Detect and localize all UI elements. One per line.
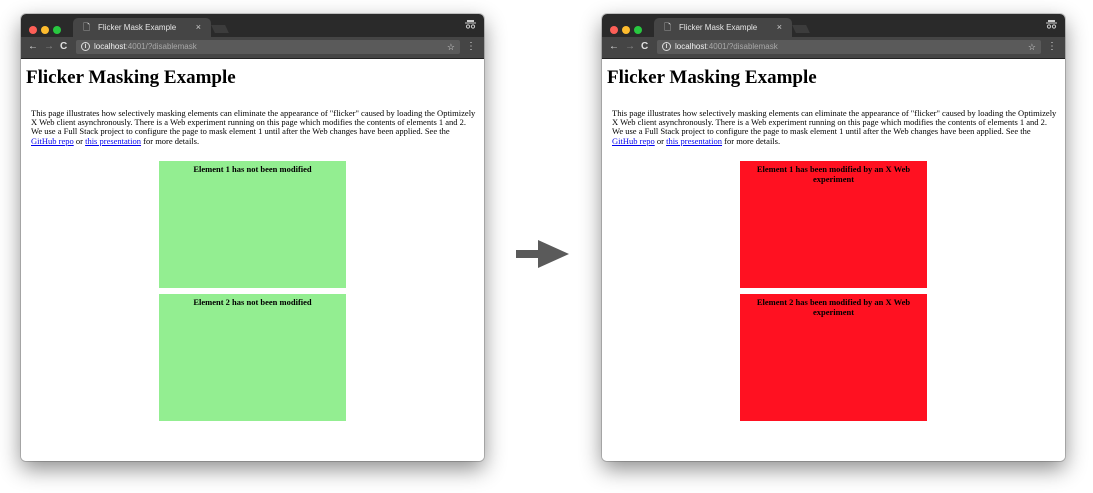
url-path: :4001/?disablemask	[706, 42, 778, 51]
page-viewport: Flicker Masking Example This page illust…	[602, 59, 1065, 461]
page-title: Flicker Masking Example	[26, 67, 236, 88]
browser-tab[interactable]: 🗋 Flicker Mask Example ×	[654, 18, 792, 37]
new-tab-button[interactable]	[211, 25, 229, 33]
presentation-link[interactable]: this presentation	[666, 136, 722, 146]
intro-paragraph: This page illustrates how selectively ma…	[612, 108, 1057, 146]
incognito-icon	[465, 19, 476, 32]
close-window-button[interactable]	[29, 26, 37, 34]
new-tab-button[interactable]	[792, 25, 810, 33]
minimize-window-button[interactable]	[622, 26, 630, 34]
url-host: localhost	[94, 42, 126, 51]
element-1-modified: Element 1 has been modified by an X Web …	[740, 161, 927, 288]
github-repo-link[interactable]: GitHub repo	[612, 136, 655, 146]
element-2-modified: Element 2 has been modified by an X Web …	[740, 294, 927, 421]
url-text[interactable]: localhost:4001/?disablemask	[94, 41, 197, 53]
right-arrow-icon	[516, 240, 569, 268]
reload-button[interactable]: C	[60, 41, 67, 53]
tab-title: Flicker Mask Example	[98, 23, 177, 32]
tab-close-icon[interactable]: ×	[777, 22, 782, 33]
menu-icon[interactable]: ⋮	[1047, 41, 1057, 53]
url-path: :4001/?disablemask	[125, 42, 197, 51]
zoom-window-button[interactable]	[634, 26, 642, 34]
title-bar: 🗋 Flicker Mask Example ×	[602, 14, 1065, 37]
page-icon: 🗋	[664, 22, 672, 32]
page-viewport: Flicker Masking Example This page illust…	[21, 59, 484, 461]
url-host: localhost	[675, 42, 707, 51]
incognito-icon	[1046, 19, 1057, 32]
back-button[interactable]: ←	[609, 41, 619, 53]
tab-title: Flicker Mask Example	[679, 23, 758, 32]
browser-window-before: 🗋 Flicker Mask Example × ← → C i localho…	[21, 14, 484, 461]
address-bar[interactable]: i localhost:4001/?disablemask ☆	[657, 40, 1041, 54]
address-bar[interactable]: i localhost:4001/?disablemask ☆	[76, 40, 460, 54]
back-button[interactable]: ←	[28, 41, 38, 53]
reload-button[interactable]: C	[641, 41, 648, 53]
zoom-window-button[interactable]	[53, 26, 61, 34]
bookmark-star-icon[interactable]: ☆	[447, 41, 455, 53]
minimize-window-button[interactable]	[41, 26, 49, 34]
browser-window-after: 🗋 Flicker Mask Example × ← → C i localho…	[602, 14, 1065, 461]
url-text[interactable]: localhost:4001/?disablemask	[675, 41, 778, 53]
menu-icon[interactable]: ⋮	[466, 41, 476, 53]
close-window-button[interactable]	[610, 26, 618, 34]
element-2-unmodified: Element 2 has not been modified	[159, 294, 346, 421]
tab-close-icon[interactable]: ×	[196, 22, 201, 33]
browser-toolbar: ← → C i localhost:4001/?disablemask ☆ ⋮	[602, 37, 1065, 59]
info-icon[interactable]: i	[662, 42, 671, 51]
github-repo-link[interactable]: GitHub repo	[31, 136, 74, 146]
browser-tab[interactable]: 🗋 Flicker Mask Example ×	[73, 18, 211, 37]
forward-button[interactable]: →	[44, 41, 54, 53]
forward-button[interactable]: →	[625, 41, 635, 53]
title-bar: 🗋 Flicker Mask Example ×	[21, 14, 484, 37]
intro-paragraph: This page illustrates how selectively ma…	[31, 108, 476, 146]
presentation-link[interactable]: this presentation	[85, 136, 141, 146]
browser-toolbar: ← → C i localhost:4001/?disablemask ☆ ⋮	[21, 37, 484, 59]
info-icon[interactable]: i	[81, 42, 90, 51]
page-icon: 🗋	[83, 22, 91, 32]
bookmark-star-icon[interactable]: ☆	[1028, 41, 1036, 53]
page-title: Flicker Masking Example	[607, 67, 817, 88]
element-1-unmodified: Element 1 has not been modified	[159, 161, 346, 288]
